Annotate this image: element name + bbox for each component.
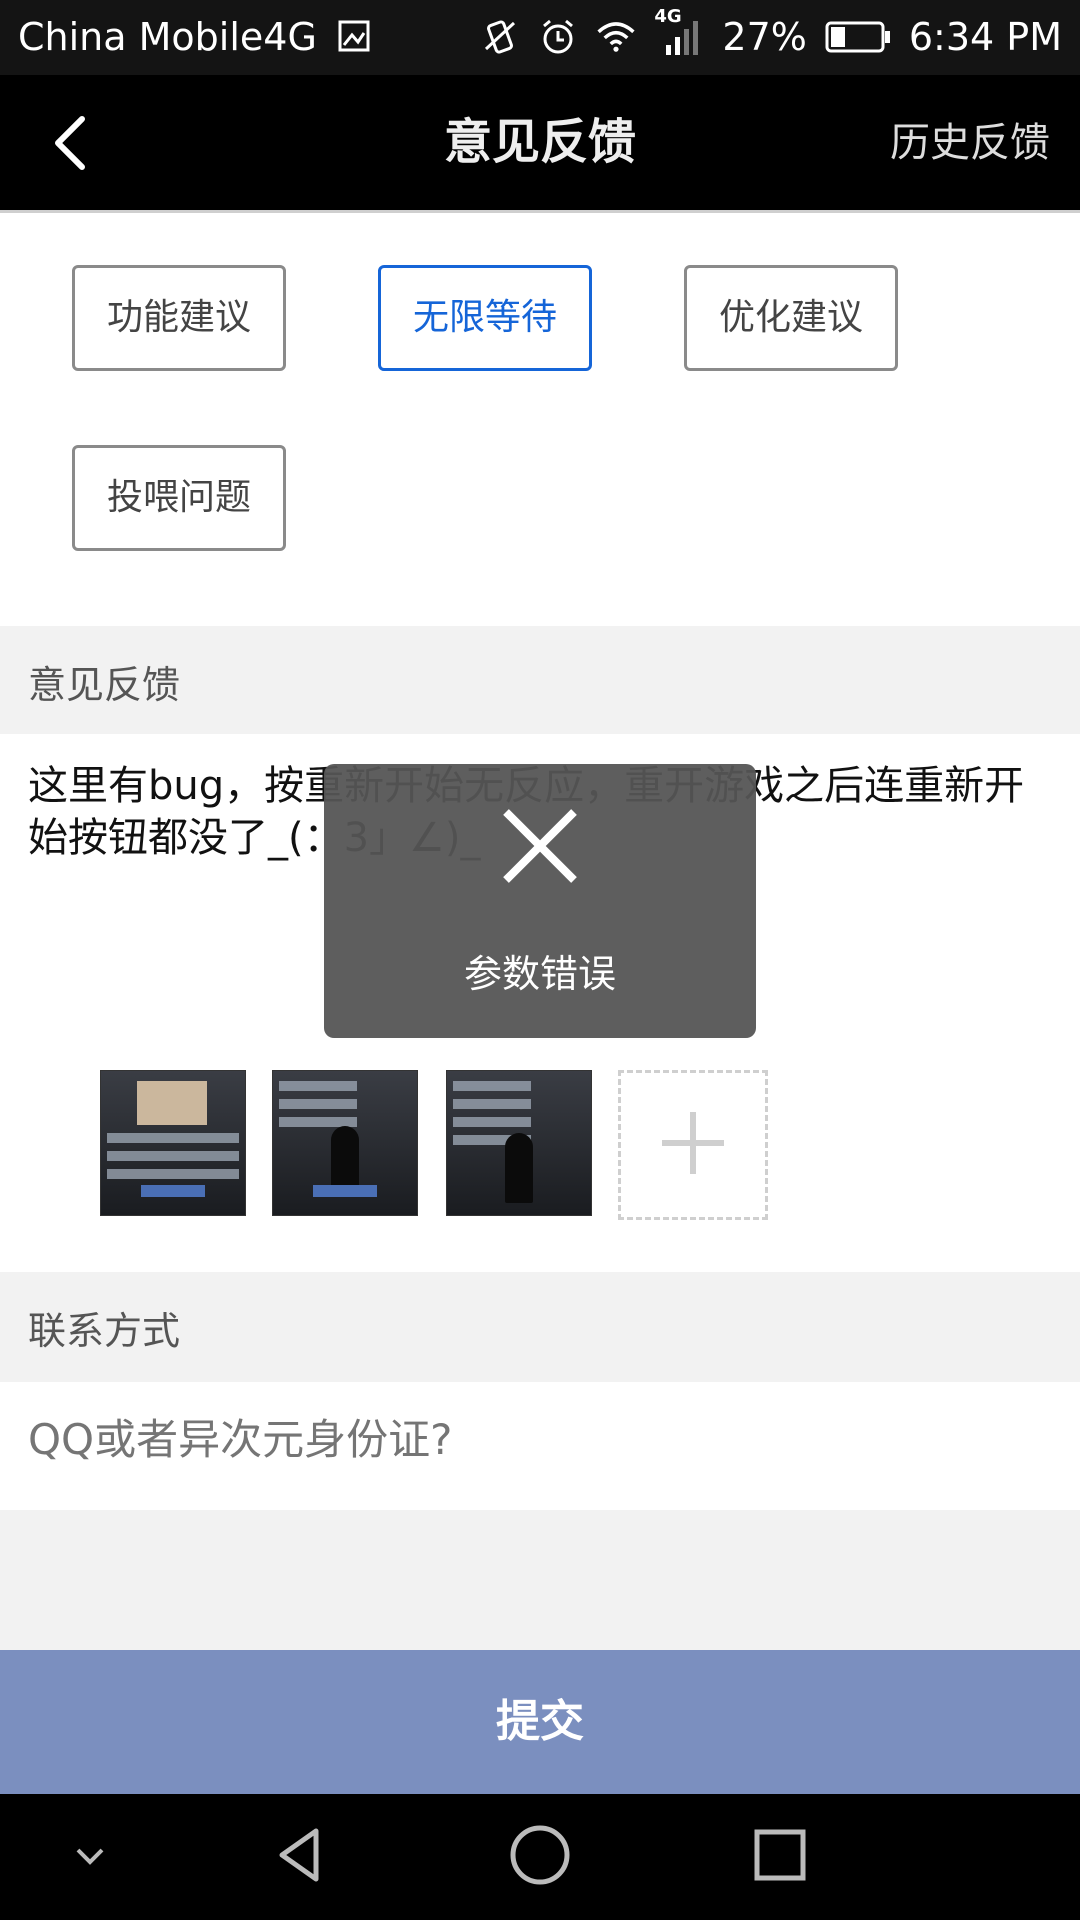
contact-section-header: 联系方式	[0, 1272, 1080, 1382]
category-group: 功能建议 无限等待 优化建议 投喂问题	[0, 213, 1080, 623]
network-type-label: 4G	[654, 6, 682, 27]
battery-percent: 27%	[722, 15, 807, 59]
wifi-icon	[596, 17, 636, 57]
attachment-thumbnail-2[interactable]	[272, 1070, 418, 1216]
category-chip-feeding[interactable]: 投喂问题	[72, 445, 286, 551]
history-feedback-link[interactable]: 历史反馈	[890, 115, 1050, 171]
attachment-thumbnail-3[interactable]	[446, 1070, 592, 1216]
hide-nav-button[interactable]	[50, 1822, 130, 1892]
close-x-icon	[500, 806, 580, 890]
contact-input[interactable]	[28, 1410, 1028, 1470]
app-header: 意见反馈 历史反馈	[0, 75, 1080, 210]
carrier-row: China Mobile4G	[18, 14, 371, 63]
back-nav-button[interactable]	[260, 1822, 340, 1892]
circle-home-icon	[508, 1823, 572, 1891]
thumbnail-image	[101, 1071, 245, 1215]
plus-icon	[658, 1108, 728, 1182]
gallery-notification-icon	[337, 17, 371, 63]
thumbnail-image	[447, 1071, 591, 1215]
navigation-bar	[0, 1794, 1080, 1920]
alarm-icon	[538, 17, 578, 57]
status-bar: China Mobile4G 4G 27% 6:34 PM	[0, 0, 1080, 75]
error-toast: 参数错误	[324, 764, 756, 1038]
carrier-name: China Mobile4G	[18, 15, 317, 59]
submit-button[interactable]: 提交	[0, 1650, 1080, 1794]
triangle-back-icon	[270, 1825, 330, 1889]
contact-section-label: 联系方式	[28, 1309, 181, 1353]
toast-message: 参数错误	[463, 952, 616, 996]
home-nav-button[interactable]	[500, 1822, 580, 1892]
add-image-button[interactable]	[618, 1070, 768, 1220]
vibrate-icon	[480, 17, 520, 57]
bottom-spacer	[0, 1510, 1080, 1650]
signal-icon: 4G	[654, 7, 704, 57]
category-chip-optimization[interactable]: 优化建议	[684, 265, 898, 371]
thumbnail-image	[273, 1071, 417, 1215]
status-icons: 4G 27% 6:34 PM	[480, 7, 1062, 60]
chevron-down-icon	[70, 1840, 110, 1874]
clock: 6:34 PM	[908, 15, 1062, 59]
attachment-thumbnail-1[interactable]	[100, 1070, 246, 1216]
category-chip-feature[interactable]: 功能建议	[72, 265, 286, 371]
category-chip-infinite-wait[interactable]: 无限等待	[378, 265, 592, 371]
feedback-section-label: 意见反馈	[28, 663, 181, 707]
feedback-section-header: 意见反馈	[0, 626, 1080, 734]
recents-nav-button[interactable]	[740, 1822, 820, 1892]
square-recents-icon	[752, 1827, 808, 1887]
battery-icon	[825, 17, 891, 57]
